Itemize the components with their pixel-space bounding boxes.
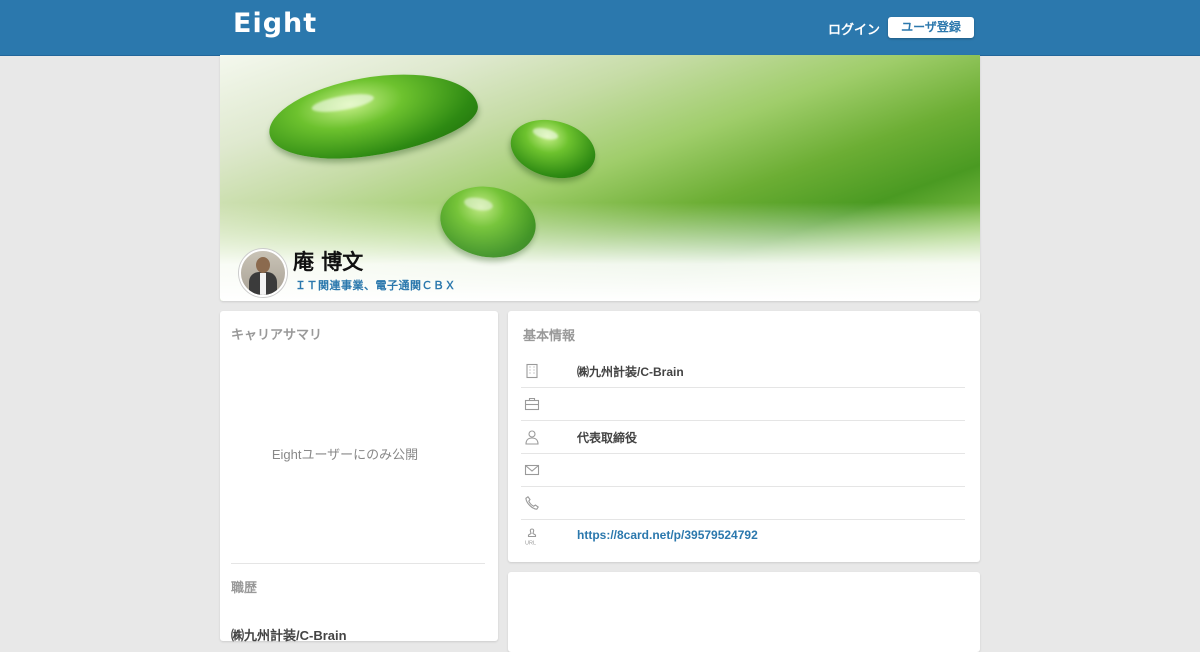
- svg-text:URL: URL: [525, 541, 536, 547]
- work-history-item: ㈱九州計装/C-Brain: [231, 628, 347, 643]
- profile-header-card: 庵 博文 ＩＴ関連事業、電子通関ＣＢＸ: [220, 55, 980, 301]
- info-row-email: [521, 453, 965, 487]
- info-row-title: 代表取締役: [521, 420, 965, 454]
- career-summary-title: キャリアサマリ: [231, 327, 323, 342]
- private-note: Eightユーザーにのみ公開: [271, 447, 419, 462]
- info-row-phone: [521, 486, 965, 520]
- profile-url-link[interactable]: https://8card.net/p/39579524792: [577, 528, 758, 542]
- divider: [231, 563, 485, 564]
- info-row-department: [521, 387, 965, 421]
- url-icon: URL: [524, 528, 540, 547]
- building-icon: [524, 363, 540, 379]
- eight-logo[interactable]: Eight: [233, 8, 317, 39]
- water-drop-graphic: [504, 111, 602, 187]
- info-row-url: URL https://8card.net/p/39579524792: [521, 519, 965, 552]
- top-navigation-bar: Eight ログイン ユーザ登録: [0, 0, 1200, 56]
- water-drop-graphic: [434, 179, 542, 265]
- job-title-value: 代表取締役: [577, 431, 638, 445]
- profile-subtitle: ＩＴ関連事業、電子通関ＣＢＸ: [295, 280, 456, 292]
- profile-name: 庵 博文: [293, 250, 364, 274]
- basic-info-card: 基本情報 ㈱九州計装/C-Brain 代表取締役 URL https://8ca…: [508, 311, 980, 562]
- basic-info-title: 基本情報: [523, 328, 576, 343]
- company-value: ㈱九州計装/C-Brain: [577, 365, 684, 379]
- mail-icon: [524, 462, 540, 478]
- briefcase-icon: [524, 396, 540, 412]
- career-summary-card: キャリアサマリ Eightユーザーにのみ公開 職歴 ㈱九州計装/C-Brain: [220, 311, 498, 643]
- login-link[interactable]: ログイン: [828, 19, 880, 38]
- water-drop-graphic: [262, 59, 484, 173]
- info-row-company: ㈱九州計装/C-Brain: [521, 354, 965, 388]
- register-button[interactable]: ユーザ登録: [888, 17, 974, 38]
- work-history-title: 職歴: [231, 580, 258, 595]
- person-icon: [524, 429, 540, 445]
- secondary-card: [508, 572, 980, 652]
- phone-icon: [524, 495, 540, 511]
- avatar[interactable]: [239, 249, 287, 297]
